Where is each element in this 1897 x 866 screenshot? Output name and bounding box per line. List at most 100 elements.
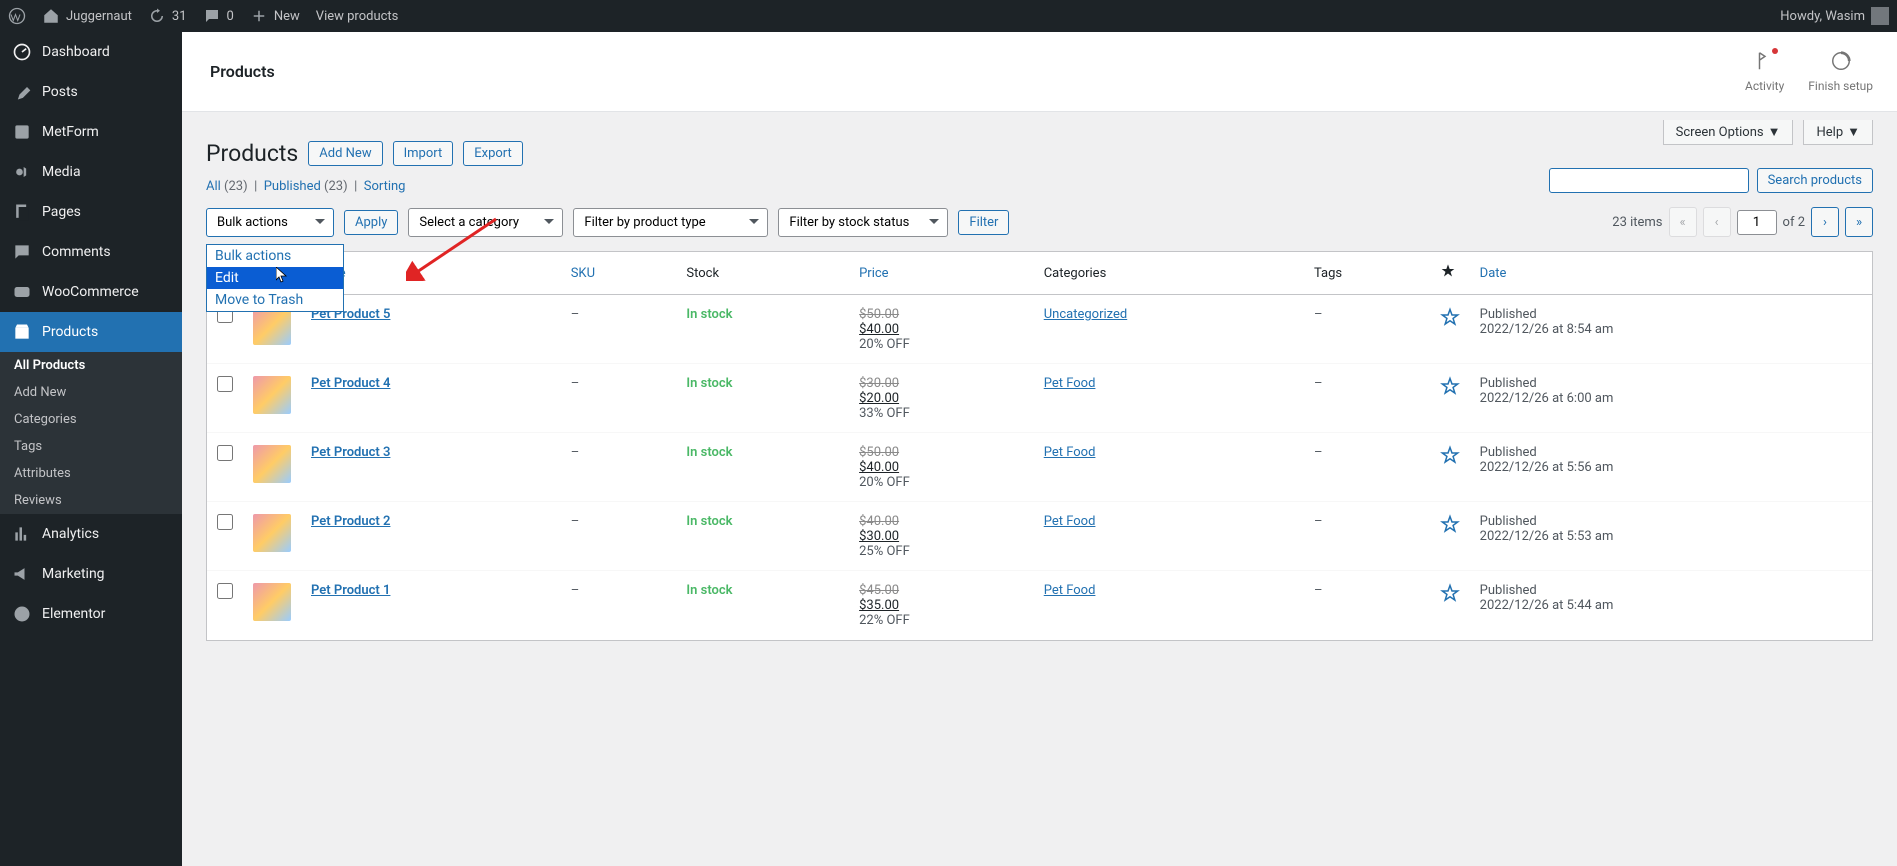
star-outline-icon [1440, 583, 1460, 603]
sidebar-item-metform[interactable]: MetForm [0, 112, 182, 152]
col-date[interactable]: Date [1470, 252, 1873, 295]
col-sku[interactable]: SKU [561, 252, 677, 295]
stock-label: Filter by stock status [789, 215, 909, 230]
row-checkbox[interactable] [217, 445, 233, 461]
activity-button[interactable]: Activity [1745, 50, 1784, 93]
comments-link[interactable]: 0 [203, 7, 234, 25]
sidebar-item-analytics[interactable]: Analytics [0, 514, 182, 554]
product-name-link[interactable]: Pet Product 2 [311, 514, 390, 529]
bulk-actions-dropdown: Bulk actions Edit Move to Trash [206, 244, 344, 312]
bulk-actions-select[interactable]: Bulk actions [206, 208, 334, 237]
updates-link[interactable]: 31 [148, 7, 187, 25]
sidebar-item-woocommerce[interactable]: WooCommerce [0, 272, 182, 312]
col-tags[interactable]: Tags [1314, 266, 1342, 281]
filter-button[interactable]: Filter [958, 210, 1009, 235]
product-thumbnail[interactable] [253, 583, 291, 621]
apply-button[interactable]: Apply [344, 210, 398, 235]
sidebar-label: Analytics [42, 526, 99, 542]
submenu-all-products[interactable]: All Products [0, 352, 182, 379]
progress-icon [1830, 50, 1852, 75]
col-categories[interactable]: Categories [1044, 266, 1107, 281]
sidebar-item-dashboard[interactable]: Dashboard [0, 32, 182, 72]
sidebar-label: Media [42, 164, 81, 180]
col-featured[interactable] [1430, 252, 1470, 295]
export-button[interactable]: Export [463, 141, 523, 166]
bulk-opt-title[interactable]: Bulk actions [207, 245, 343, 267]
row-checkbox[interactable] [217, 376, 233, 392]
bulk-opt-edit[interactable]: Edit [207, 267, 343, 289]
sidebar-item-marketing[interactable]: Marketing [0, 554, 182, 594]
page-prev-button[interactable]: ‹ [1703, 207, 1731, 237]
add-new-button[interactable]: Add New [308, 141, 382, 166]
admin-sidebar: Dashboard Posts MetForm Media Pages Comm… [0, 32, 182, 866]
submenu-categories[interactable]: Categories [0, 406, 182, 433]
stock-status-select[interactable]: Filter by stock status [778, 208, 948, 237]
screen-options-button[interactable]: Screen Options ▼ [1663, 120, 1794, 145]
product-date: Published2022/12/26 at 5:56 am [1470, 433, 1873, 502]
product-thumbnail[interactable] [253, 445, 291, 483]
product-thumbnail[interactable] [253, 307, 291, 345]
submenu-reviews[interactable]: Reviews [0, 487, 182, 514]
row-checkbox[interactable] [217, 514, 233, 530]
featured-toggle[interactable] [1430, 502, 1470, 571]
search-input[interactable] [1549, 168, 1749, 193]
category-link[interactable]: Pet Food [1044, 583, 1096, 598]
pagination: 23 items « ‹ of 2 › » [1612, 207, 1873, 237]
category-link[interactable]: Pet Food [1044, 514, 1096, 529]
site-link[interactable]: Juggernaut [42, 7, 132, 25]
comments-count: 0 [227, 9, 234, 24]
product-name-link[interactable]: Pet Product 1 [311, 583, 390, 598]
category-link[interactable]: Pet Food [1044, 445, 1096, 460]
page-last-button[interactable]: » [1845, 207, 1873, 237]
help-button[interactable]: Help ▼ [1803, 120, 1873, 145]
sidebar-item-products[interactable]: Products [0, 312, 182, 352]
product-date: Published2022/12/26 at 5:53 am [1470, 502, 1873, 571]
page-input[interactable] [1737, 210, 1777, 235]
featured-toggle[interactable] [1430, 364, 1470, 433]
product-price: $30.00$20.0033% OFF [849, 364, 1034, 433]
category-select[interactable]: Select a category [408, 208, 563, 237]
howdy-user[interactable]: Howdy, Wasim [1780, 7, 1889, 25]
product-thumbnail[interactable] [253, 514, 291, 552]
sidebar-item-media[interactable]: Media [0, 152, 182, 192]
featured-toggle[interactable] [1430, 433, 1470, 502]
filter-published[interactable]: Published [264, 179, 321, 194]
submenu-tags[interactable]: Tags [0, 433, 182, 460]
site-name: Juggernaut [66, 9, 132, 24]
new-link[interactable]: New [250, 7, 300, 25]
sidebar-item-elementor[interactable]: Elementor [0, 594, 182, 634]
page-next-button[interactable]: › [1811, 207, 1839, 237]
row-checkbox[interactable] [217, 583, 233, 599]
import-button[interactable]: Import [393, 141, 454, 166]
stock-status: In stock [686, 307, 732, 322]
category-link[interactable]: Uncategorized [1044, 307, 1127, 322]
product-type-select[interactable]: Filter by product type [573, 208, 768, 237]
products-submenu: All Products Add New Categories Tags Att… [0, 352, 182, 514]
wp-logo[interactable] [8, 7, 26, 25]
sidebar-item-comments[interactable]: Comments [0, 232, 182, 272]
filter-pub-count: (23) [324, 179, 348, 194]
submenu-add-new[interactable]: Add New [0, 379, 182, 406]
view-products-link[interactable]: View products [316, 9, 399, 24]
sidebar-item-posts[interactable]: Posts [0, 72, 182, 112]
help-label: Help [1816, 125, 1843, 140]
col-price[interactable]: Price [849, 252, 1034, 295]
product-thumbnail[interactable] [253, 376, 291, 414]
search-products-button[interactable]: Search products [1757, 168, 1873, 193]
bulk-opt-trash[interactable]: Move to Trash [207, 289, 343, 311]
featured-toggle[interactable] [1430, 571, 1470, 641]
sidebar-item-pages[interactable]: Pages [0, 192, 182, 232]
featured-toggle[interactable] [1430, 295, 1470, 365]
submenu-attributes[interactable]: Attributes [0, 460, 182, 487]
filter-sorting[interactable]: Sorting [364, 179, 406, 194]
page-first-button[interactable]: « [1669, 207, 1697, 237]
finish-setup-button[interactable]: Finish setup [1808, 50, 1873, 93]
product-name-link[interactable]: Pet Product 4 [311, 376, 390, 391]
sidebar-label: WooCommerce [42, 284, 139, 300]
category-label: Select a category [419, 215, 519, 230]
category-link[interactable]: Pet Food [1044, 376, 1096, 391]
product-name-link[interactable]: Pet Product 3 [311, 445, 390, 460]
filter-all[interactable]: All [206, 179, 221, 194]
new-label: New [274, 9, 300, 24]
col-stock[interactable]: Stock [686, 266, 719, 281]
